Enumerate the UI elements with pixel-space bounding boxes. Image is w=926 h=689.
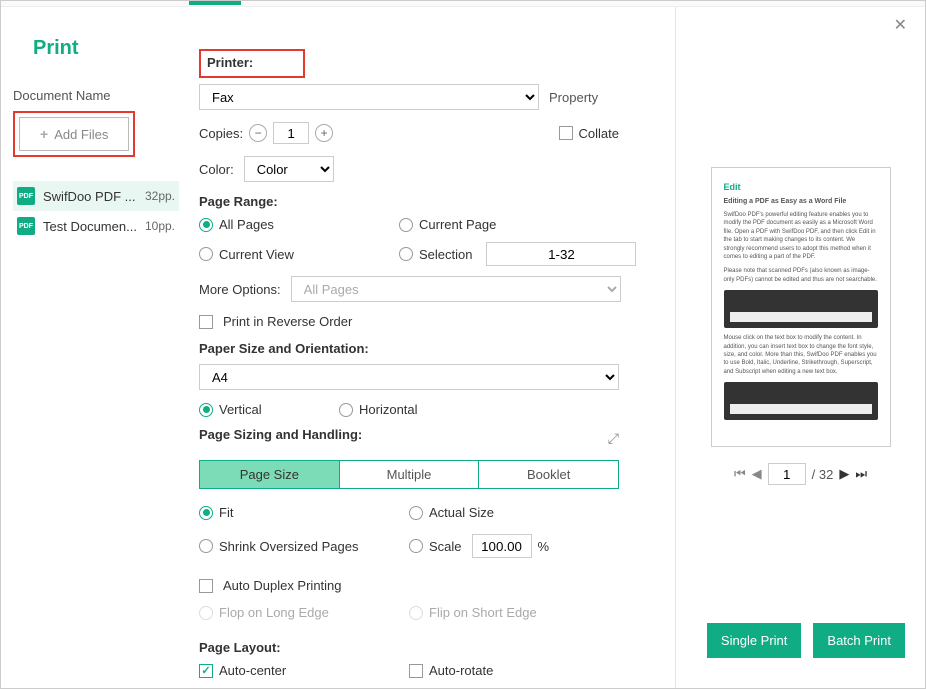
reverse-order-checkbox[interactable] (199, 315, 213, 329)
preview-image-2 (724, 382, 878, 420)
file-item[interactable]: PDF Test Documen... 10pp. (13, 211, 179, 241)
printer-select[interactable]: Fax (199, 84, 539, 110)
more-options-select[interactable]: All Pages (291, 276, 621, 302)
next-page-icon[interactable]: ▶ (839, 466, 849, 482)
color-select[interactable]: Color (244, 156, 334, 182)
printer-label-highlight: Printer: (199, 49, 305, 78)
paper-size-select[interactable]: A4 (199, 364, 619, 390)
pager: ⏮ ◀ / 32 ▶ ⏭ (696, 463, 905, 485)
duplex-checkbox[interactable] (199, 579, 213, 593)
radio-scale[interactable] (409, 539, 423, 553)
radio-all-pages[interactable] (199, 218, 213, 232)
batch-print-button[interactable]: Batch Print (813, 623, 905, 658)
copies-decrement[interactable]: − (249, 124, 267, 142)
reverse-order-label: Print in Reverse Order (223, 314, 352, 329)
first-page-icon[interactable]: ⏮ (734, 466, 746, 482)
copies-input[interactable] (273, 122, 309, 144)
copies-increment[interactable]: + (315, 124, 333, 142)
color-label: Color: (199, 162, 234, 177)
page-preview: Edit Editing a PDF as Easy as a Word Fil… (711, 167, 891, 447)
document-name-label: Document Name (13, 88, 179, 103)
auto-center-checkbox[interactable] (199, 664, 213, 678)
radio-vertical[interactable] (199, 403, 213, 417)
printer-label: Printer: (207, 55, 253, 70)
file-list: PDF SwifDoo PDF ... 32pp. PDF Test Docum… (13, 181, 179, 241)
sizing-label: Page Sizing and Handling: (199, 427, 362, 442)
preview-panel: Edit Editing a PDF as Easy as a Word Fil… (675, 7, 925, 688)
auto-rotate-checkbox[interactable] (409, 664, 423, 678)
property-link[interactable]: Property (549, 90, 598, 105)
expand-icon[interactable]: ⤢ (608, 430, 619, 447)
radio-actual-size[interactable] (409, 506, 423, 520)
single-print-button[interactable]: Single Print (707, 623, 801, 658)
selection-input[interactable] (486, 242, 636, 266)
radio-selection[interactable] (399, 247, 413, 261)
radio-current-page[interactable] (399, 218, 413, 232)
radio-current-view[interactable] (199, 247, 213, 261)
top-bar (1, 1, 925, 7)
pdf-icon: PDF (17, 217, 35, 235)
file-name: Test Documen... (43, 219, 137, 234)
add-files-label: Add Files (54, 127, 108, 142)
tab-multiple[interactable]: Multiple (339, 461, 479, 488)
radio-flip-short (409, 606, 423, 620)
print-dialog: ✕ Print Document Name + Add Files PDF Sw… (0, 0, 926, 689)
collate-checkbox[interactable] (559, 126, 573, 140)
scale-input[interactable] (472, 534, 532, 558)
main-area: Print Document Name + Add Files PDF Swif… (1, 7, 925, 688)
file-name: SwifDoo PDF ... (43, 189, 137, 204)
radio-shrink[interactable] (199, 539, 213, 553)
settings-panel: Printer: Fax Property Copies: − + Collat… (189, 7, 675, 688)
file-item[interactable]: PDF SwifDoo PDF ... 32pp. (13, 181, 179, 211)
close-icon[interactable]: ✕ (894, 15, 907, 35)
more-options-label: More Options: (199, 282, 281, 297)
collate-label: Collate (579, 126, 619, 141)
page-range-label: Page Range: (199, 194, 645, 209)
tab-booklet[interactable]: Booklet (478, 461, 618, 488)
radio-horizontal[interactable] (339, 403, 353, 417)
action-buttons: Single Print Batch Print (696, 623, 905, 668)
page-input[interactable] (768, 463, 806, 485)
prev-page-icon[interactable]: ◀ (752, 466, 762, 482)
plus-icon: + (40, 126, 48, 142)
file-pages: 10pp. (145, 219, 175, 233)
sidebar: Print Document Name + Add Files PDF Swif… (1, 7, 189, 688)
page-total: / 32 (812, 467, 834, 482)
radio-flop-long (199, 606, 213, 620)
dialog-title: Print (33, 37, 179, 60)
paper-label: Paper Size and Orientation: (199, 341, 645, 356)
preview-image-1 (724, 290, 878, 328)
add-files-highlight: + Add Files (13, 111, 135, 157)
copies-label: Copies: (199, 126, 243, 141)
file-pages: 32pp. (145, 189, 175, 203)
layout-label: Page Layout: (199, 640, 645, 655)
sizing-tabs: Page Size Multiple Booklet (199, 460, 619, 489)
last-page-icon[interactable]: ⏭ (855, 466, 867, 482)
pdf-icon: PDF (17, 187, 35, 205)
add-files-button[interactable]: + Add Files (19, 117, 129, 151)
tab-page-size[interactable]: Page Size (200, 461, 339, 488)
radio-fit[interactable] (199, 506, 213, 520)
